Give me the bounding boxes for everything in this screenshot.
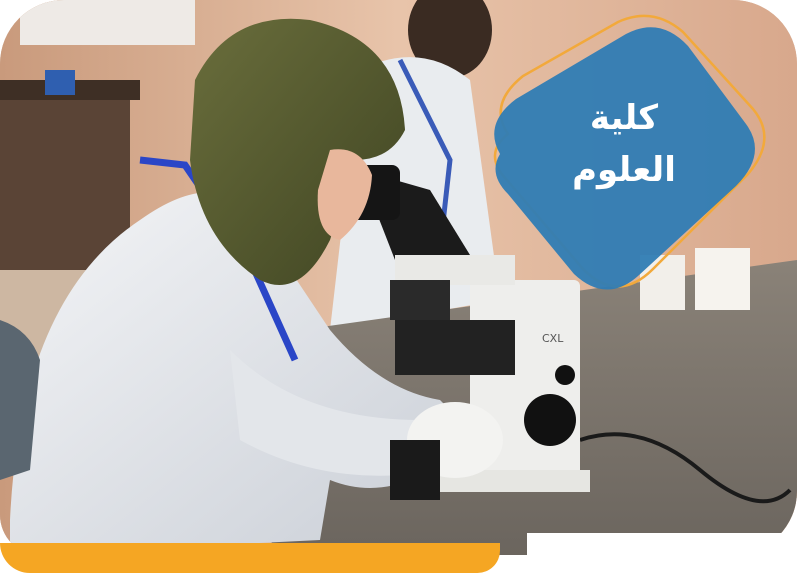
faculty-name: كلية العلوم (478, 92, 770, 196)
faculty-name-line1: كلية (589, 98, 659, 138)
corner-patch (527, 533, 797, 573)
accent-bar (0, 543, 500, 573)
whiteboard-shape (20, 0, 195, 45)
faculty-badge: كلية العلوم (478, 14, 770, 298)
microscope-label: CXL (542, 332, 564, 345)
faculty-name-line2: العلوم (572, 150, 676, 190)
banner: CXL كلية العلوم (0, 0, 797, 573)
